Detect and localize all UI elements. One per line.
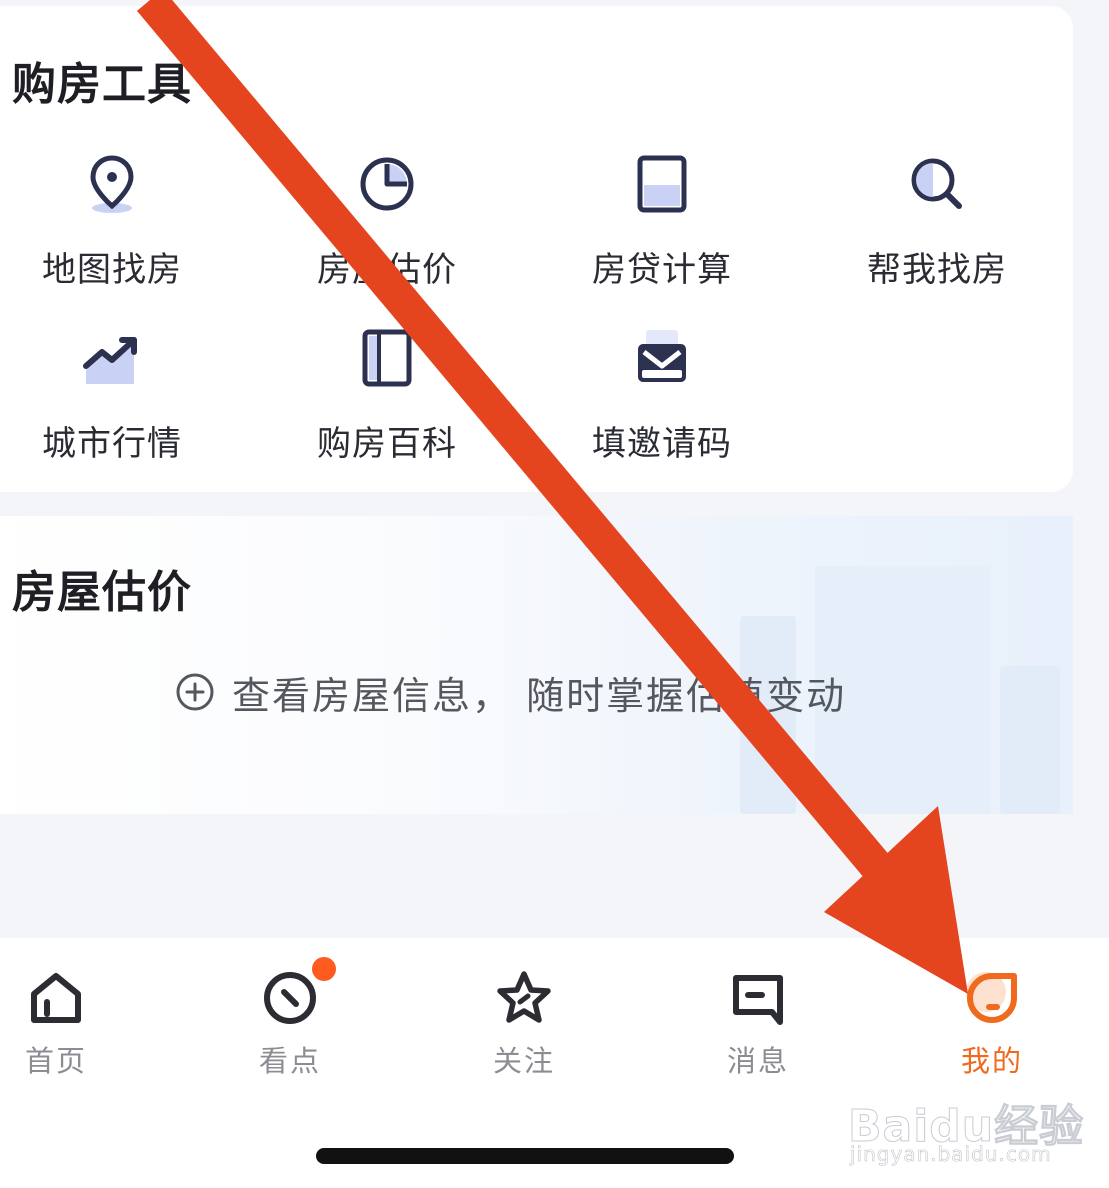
tool-label: 房屋估价 [317,250,457,290]
tool-invite-code[interactable]: 填邀请码 [552,326,772,476]
home-icon [31,973,81,1023]
watermark-url: jingyan.baidu.com [850,1142,1052,1167]
tab-highlights[interactable]: 看点 [220,954,360,1078]
estimate-section-title: 房屋估价 [12,567,192,618]
tab-label: 关注 [492,1044,555,1078]
tab-messages[interactable]: 消息 [688,968,828,1078]
tab-follow[interactable]: 关注 [454,968,594,1078]
tab-label: 看点 [258,1044,321,1078]
tool-map-search[interactable]: 地图找房 [2,152,222,302]
tool-house-estimate[interactable]: 房屋估价 [277,152,497,302]
building-illustration [1000,666,1060,814]
estimate-hint-text: 查看房屋信息， 随时掌握估值变动 [232,673,847,718]
map-pin-icon [90,155,134,213]
tab-label: 首页 [24,1044,87,1078]
baidu-jingyan-watermark: Baidu经验 jingyan.baidu.com [847,1080,1083,1170]
tab-mine[interactable]: 我的 [922,968,1062,1078]
notification-badge-dot [309,954,339,984]
tab-label: 我的 [960,1044,1023,1078]
home-indicator [316,1148,734,1164]
trend-chart-icon [83,337,137,384]
message-icon [733,975,783,1025]
tab-home[interactable]: 首页 [0,968,126,1078]
tool-label: 地图找房 [42,250,182,290]
pie-chart-icon [360,157,414,211]
calculator-icon [637,155,687,213]
profile-icon [966,972,1017,1023]
book-icon [362,329,412,387]
tool-label: 城市行情 [42,424,182,464]
tool-label: 帮我找房 [867,250,1007,290]
tool-label: 购房百科 [317,424,457,464]
tool-label: 房贷计算 [592,250,732,290]
tool-label: 填邀请码 [592,424,732,464]
tab-label: 消息 [726,1044,789,1078]
tool-house-encyclopedia[interactable]: 购房百科 [277,326,497,476]
tool-city-market[interactable]: 城市行情 [2,326,222,476]
tool-mortgage-calculator[interactable]: 房贷计算 [552,152,772,302]
star-icon [497,971,551,1023]
plus-circle-icon [176,673,214,711]
tools-section-title: 购房工具 [12,59,192,110]
envelope-icon [638,330,686,382]
estimate-add-house[interactable]: 查看房屋信息， 随时掌握估值变动 [174,666,846,718]
tool-help-find-house[interactable]: 帮我找房 [827,152,1047,302]
search-icon [911,158,962,209]
